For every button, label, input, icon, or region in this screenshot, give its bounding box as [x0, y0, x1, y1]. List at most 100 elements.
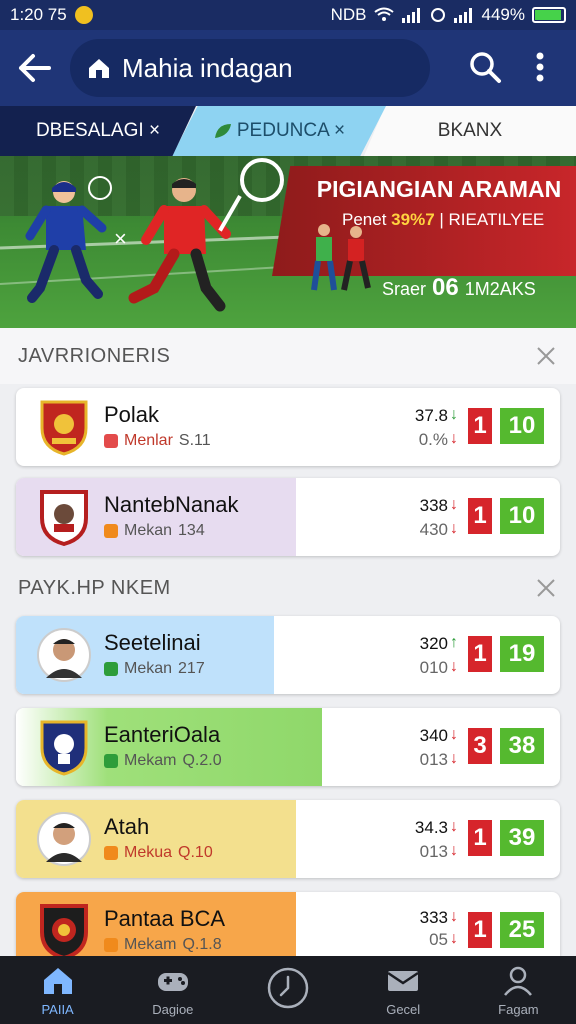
bottom-nav: PAIIA Dagioe Gecel Fagam [0, 956, 576, 1024]
score-badge-green: 38 [500, 728, 544, 764]
score-badge-red: 3 [468, 728, 492, 764]
score-badge-green: 19 [500, 636, 544, 672]
tab-bar: BKANX PEDUNCA × DBESALAGI × [0, 106, 576, 156]
score-badge-red: 1 [468, 408, 492, 444]
nav-profile-label: Fagam [498, 1001, 539, 1017]
app-bar: Mahia indagan [0, 30, 576, 106]
trend-arrow-icon: ↓ [450, 658, 458, 675]
trend-arrow-icon: ↓ [450, 930, 458, 947]
team-name: EanteriOala [104, 722, 221, 747]
nav-home[interactable]: PAIIA [0, 956, 115, 1024]
promo-sub-prefix: Penet [342, 210, 387, 229]
trend-arrow-icon: ↓ [450, 908, 458, 925]
team-subline: Menlar S.11 [104, 432, 211, 450]
stat-secondary: 05 [429, 930, 448, 949]
league-name: Mekam [124, 936, 177, 953]
home-icon [89, 59, 109, 78]
trend-arrow-icon: ↓ [450, 430, 458, 447]
team-crest-icon [40, 400, 88, 456]
status-indicators: NDB [330, 5, 367, 24]
alarm-icon [430, 8, 445, 22]
section-title: JAVRRIONERIS [18, 344, 171, 367]
team-name: Pantaa BCA [104, 906, 226, 931]
status-time: 1:20 75 [10, 5, 67, 24]
promo-subtitle: Penet 39%7 | RIEATILYEE [342, 210, 544, 230]
trend-arrow-icon: ↓ [450, 406, 458, 423]
section-header-2: PAYK.HP NKEM [0, 560, 576, 616]
trend-arrow-icon: ↓ [450, 818, 458, 835]
more-menu-button[interactable] [524, 44, 556, 90]
player-blue-illustration [25, 181, 107, 303]
back-button[interactable] [0, 30, 70, 106]
trend-arrow-icon: ↓ [450, 842, 458, 859]
nav-games[interactable]: Dagioe [115, 956, 230, 1024]
promo-percent: 39%7 [391, 210, 435, 229]
trend-arrow-icon: ↑ [450, 634, 458, 651]
tab-third[interactable]: BKANX [364, 106, 576, 156]
close-icon[interactable] [534, 344, 558, 368]
leaf-icon [214, 124, 231, 138]
small-players-illustration [311, 224, 371, 291]
player-name: Atah [104, 814, 150, 839]
league-name: Mekan [124, 522, 173, 539]
list-item[interactable]: Seetelinai Mekan 217 320 010 ↑ ↓ 1 19 [16, 616, 560, 694]
team-crest-icon [40, 904, 88, 956]
nav-clock[interactable] [230, 956, 345, 1024]
player-subline: Mekan 217 [104, 660, 205, 678]
promo-sub-suffix: | RIEATILYEE [439, 210, 545, 229]
stat-primary: 340 [419, 726, 448, 745]
list-item[interactable]: Atah Mekua Q.10 34.3 013 ↓ ↓ 1 39 [16, 800, 560, 878]
league-icon [104, 524, 118, 538]
promo-footer-number: 06 [432, 274, 459, 301]
title-pill[interactable]: Mahia indagan [70, 39, 430, 97]
list-item[interactable]: Polak Menlar S.11 37.8 0.% ↓ ↓ 1 10 [16, 388, 560, 466]
mail-icon [387, 970, 419, 991]
trend-arrow-icon: ↓ [450, 750, 458, 767]
nav-home-label: PAIIA [41, 1001, 74, 1017]
nav-mail[interactable]: Gecel [346, 956, 461, 1024]
stat-secondary: 0.% [418, 430, 448, 449]
search-button[interactable] [462, 44, 508, 90]
nav-games-label: Dagioe [152, 1001, 194, 1017]
league-icon [104, 846, 118, 860]
sub-value: Q.10 [178, 844, 213, 861]
league-icon [104, 662, 118, 676]
nav-profile[interactable]: Fagam [461, 956, 576, 1024]
tab-third-label: BKANX [437, 120, 503, 141]
avatar [37, 628, 91, 682]
gamepad-icon [157, 972, 188, 991]
list-item[interactable]: Pantaa BCA Mekam Q.1.8 333 05 ↓ ↓ 1 25 [16, 892, 560, 956]
home-icon [43, 967, 72, 994]
list-item[interactable]: NantebNanak Mekan 134 338 430 ↓ ↓ 1 10 [16, 478, 560, 556]
tab-second[interactable]: PEDUNCA × [172, 106, 386, 156]
team-crest-icon [40, 490, 88, 546]
league-icon [104, 434, 118, 448]
page-title: Mahia indagan [122, 52, 293, 83]
stat-primary: 338 [419, 496, 448, 515]
team-subline: Mekam Q.2.0 [104, 752, 222, 770]
score-badge-green: 25 [500, 912, 544, 948]
tab-second-label: PEDUNCA × [236, 120, 346, 141]
promo-footer-prefix: Sraer [382, 279, 427, 299]
team-subline: Mekan 134 [104, 522, 205, 540]
league-name: Menlar [124, 432, 173, 449]
magnifier-ring-icon [240, 158, 284, 202]
close-icon[interactable] [534, 576, 558, 600]
league-name: Mekan [124, 660, 173, 677]
score-badge-green: 39 [500, 820, 544, 856]
promo-banner[interactable]: × PIGIANGIAN ARAMAN Penet 39%7 | RIEATIL… [0, 156, 576, 328]
team-name: Polak [104, 402, 160, 427]
search-icon [470, 52, 501, 83]
battery-icon [532, 7, 566, 23]
tab-first-label: DBESALAGI × [35, 120, 161, 141]
league-name: Mekua [124, 844, 173, 861]
stat-secondary: 010 [419, 658, 448, 677]
player-name: Seetelinai [104, 630, 201, 655]
list-item[interactable]: EanteriOala Mekam Q.2.0 340 013 ↓ ↓ 3 38 [16, 708, 560, 786]
clock-icon [267, 967, 309, 1009]
stat-primary: 333 [419, 908, 448, 927]
score-badge-green: 10 [500, 498, 544, 534]
notification-badge-icon [74, 6, 93, 24]
tab-first[interactable]: DBESALAGI × [0, 106, 196, 156]
wifi-icon [373, 7, 394, 21]
